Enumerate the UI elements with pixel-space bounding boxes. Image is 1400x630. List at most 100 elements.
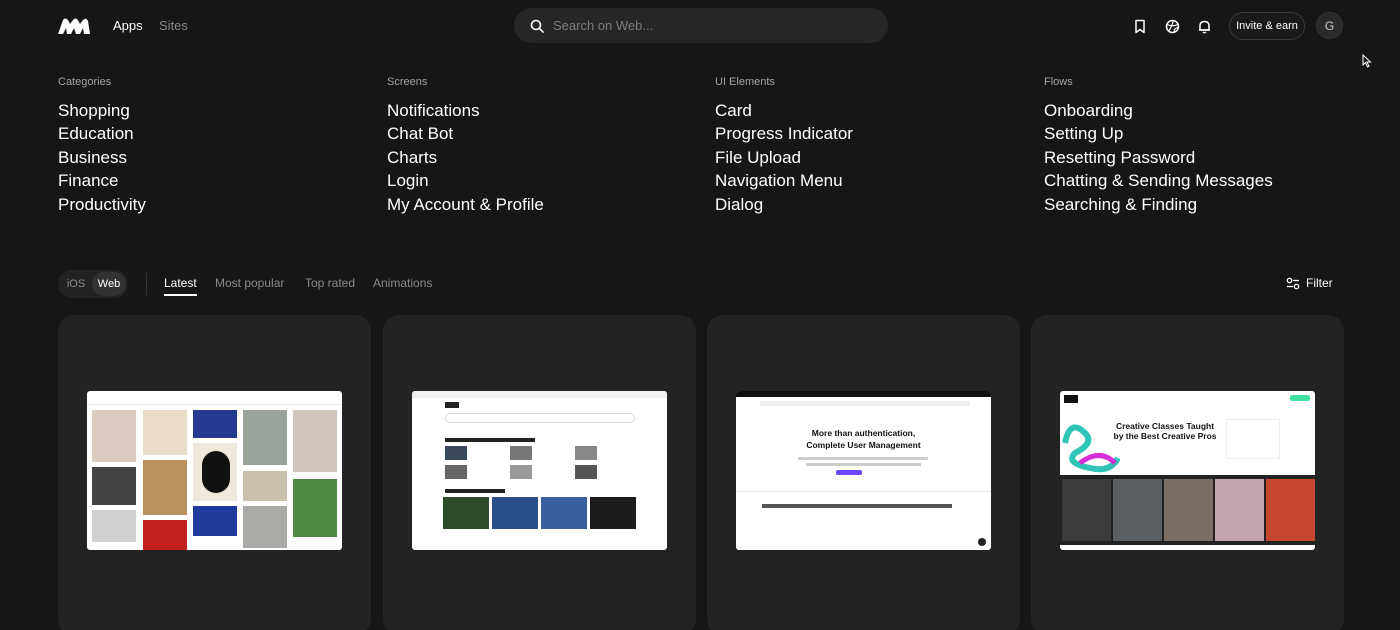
thumb-image [1113,479,1162,541]
thumb-image [193,410,237,438]
filter-label: Filter [1306,276,1333,290]
thumb-image [293,410,337,472]
menu-item-education[interactable]: Education [58,122,146,145]
card-thumbnail: Creative Classes Taught by the Best Crea… [1060,391,1315,550]
menu-item-my-account[interactable]: My Account & Profile [387,193,544,216]
thumb-image [443,497,489,529]
thumb-nav [87,391,342,405]
thumb-image [193,506,237,536]
menu-item-dialog[interactable]: Dialog [715,193,853,216]
thumb-nav [760,401,970,406]
menu-heading: Flows [1044,76,1073,88]
menu-item-setting-up[interactable]: Setting Up [1044,122,1273,145]
card-thumbnail [87,391,342,550]
thumb-image [92,410,136,462]
menu-item-progress-indicator[interactable]: Progress Indicator [715,122,853,145]
search-input[interactable] [553,18,853,33]
thumb-image [575,446,597,460]
menu-item-navigation-menu[interactable]: Navigation Menu [715,169,853,192]
thumb-text [798,457,928,460]
thumb-headline-2: Complete User Management [806,440,921,450]
thumb-logos [762,504,952,508]
tab-top-rated[interactable]: Top rated [305,276,355,290]
menu-item-charts[interactable]: Charts [387,146,544,169]
menu-item-onboarding[interactable]: Onboarding [1044,99,1273,122]
app-card-2[interactable] [383,315,696,630]
filter-icon [1286,277,1300,289]
app-card-3[interactable]: More than authentication, Complete User … [707,315,1020,630]
thumb-image [143,460,187,515]
thumb-heading [445,489,505,493]
thumb-image [510,446,532,460]
thumb-image [1062,479,1111,541]
thumb-image [590,497,636,529]
card-thumbnail [412,391,667,550]
menu-item-notifications[interactable]: Notifications [387,99,544,122]
menu-item-card[interactable]: Card [715,99,853,122]
platform-ios[interactable]: iOS [60,272,92,296]
menu-item-finance[interactable]: Finance [58,169,146,192]
menu-item-login[interactable]: Login [387,169,544,192]
filter-button[interactable]: Filter [1286,276,1333,290]
thumb-image [293,479,337,537]
tab-active-indicator [164,294,197,296]
menu-heading: UI Elements [715,76,775,88]
thumb-image [541,497,587,529]
thumb-image [575,465,597,479]
thumb-image [1164,479,1213,541]
search-bar[interactable] [514,8,888,43]
thumb-image [202,451,230,493]
thumb-divider [736,491,991,492]
app-card-4[interactable]: Creative Classes Taught by the Best Crea… [1031,315,1344,630]
menu-column-ui-elements: UI Elements Card Progress Indicator File… [715,76,853,216]
menu-item-resetting-password[interactable]: Resetting Password [1044,146,1273,169]
search-icon [530,19,544,33]
thumb-chat-icon [978,538,986,546]
cursor-icon [1362,54,1372,68]
menu-heading: Screens [387,76,428,88]
thumb-logo [445,402,459,408]
app-card-1[interactable] [58,315,371,630]
thumb-image [243,471,287,501]
thumb-image [143,520,187,550]
menu-item-business[interactable]: Business [58,146,146,169]
menu-column-screens: Screens Notifications Chat Bot Charts Lo… [387,76,544,216]
menu-item-chat-bot[interactable]: Chat Bot [387,122,544,145]
menu-item-searching[interactable]: Searching & Finding [1044,193,1273,216]
platform-web[interactable]: Web [92,272,126,296]
thumb-image [92,510,136,542]
menu-item-productivity[interactable]: Productivity [58,193,146,216]
thumb-logo [1064,395,1078,403]
thumb-image [243,506,287,548]
nav-sites[interactable]: Sites [159,18,188,33]
nav-apps[interactable]: Apps [113,18,143,33]
thumb-heading [445,438,535,442]
thumb-banner [412,391,667,398]
thumb-image [243,410,287,465]
menu-item-file-upload[interactable]: File Upload [715,146,853,169]
menu-item-shopping[interactable]: Shopping [58,99,146,122]
thumb-image [445,465,467,479]
tab-animations[interactable]: Animations [373,276,432,290]
thumb-button [836,470,862,475]
thumb-image [92,467,136,505]
thumb-text [806,463,921,466]
card-thumbnail: More than authentication, Complete User … [736,391,991,550]
menu-column-categories: Categories Shopping Education Business F… [58,76,146,216]
globe-icon[interactable] [1163,17,1181,35]
top-bar: Apps Sites Invite & earn G [0,0,1400,52]
logo-icon[interactable] [58,18,90,34]
tab-latest[interactable]: Latest [164,276,197,290]
bookmark-icon[interactable] [1131,17,1149,35]
thumb-button [1290,395,1310,401]
tab-most-popular[interactable]: Most popular [215,276,284,290]
thumb-image [1215,479,1264,541]
thumb-search [445,413,635,423]
platform-toggle: iOS Web [58,270,128,298]
invite-earn-button[interactable]: Invite & earn [1229,12,1305,40]
menu-item-chatting[interactable]: Chatting & Sending Messages [1044,169,1273,192]
bell-icon[interactable] [1195,17,1213,35]
avatar[interactable]: G [1316,12,1343,39]
thumb-banner [736,391,991,397]
divider [146,273,147,295]
